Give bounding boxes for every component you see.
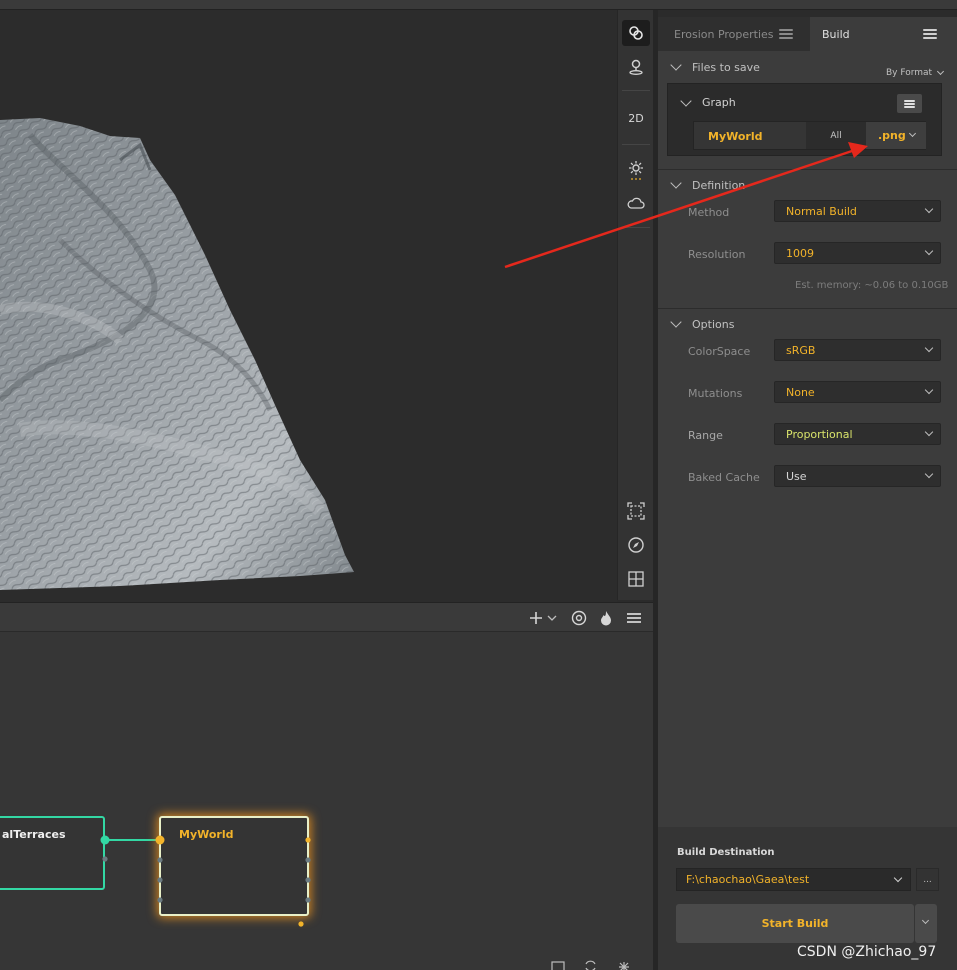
file-scope-button[interactable]: All [806,122,866,149]
sun-icon[interactable] [622,157,650,183]
chevron-down-icon [908,129,917,138]
plus-icon[interactable] [526,608,546,628]
file-row-name: MyWorld [708,130,763,143]
range-label: Range [688,429,723,442]
method-label: Method [688,206,730,219]
properties-panel: Erosion Properties Build Files to save B… [658,17,957,970]
colorspace-label: ColorSpace [688,345,751,358]
section-title: Options [692,317,735,331]
baked-cache-value: Use [786,469,807,483]
link-icon[interactable] [622,20,650,46]
browse-button[interactable]: ... [916,868,939,891]
graph-bottom-icons [551,960,629,970]
chevron-down-icon[interactable] [546,608,558,628]
method-value: Normal Build [786,204,857,218]
graph-files-menu-button[interactable] [897,94,922,113]
chevron-down-icon [924,427,934,437]
tab-label: Build [822,27,850,41]
compass-icon[interactable] [622,532,650,558]
method-select[interactable]: Normal Build [774,200,941,222]
menu-icon[interactable] [779,29,793,39]
flame-icon[interactable] [596,608,616,628]
memory-estimate: Est. memory: ~0.06 to 0.10GB [795,280,949,291]
cloud-icon[interactable] [622,190,650,216]
file-scope-label: All [830,130,842,141]
graph-files-box: Graph MyWorld All .png [667,83,942,156]
resolution-label: Resolution [688,248,746,261]
frame-icon[interactable] [622,498,650,524]
range-value: Proportional [786,427,853,441]
mode-2d-button[interactable]: 2D [622,105,650,131]
browse-label: ... [923,874,932,885]
colorspace-value: sRGB [786,343,816,357]
grid-icon[interactable] [622,566,650,592]
file-row: MyWorld All .png [693,121,926,150]
terrain-render [0,118,354,590]
chevron-down-icon [680,94,692,107]
at-icon[interactable] [569,608,589,628]
section-divider [658,308,957,309]
chevron-down-icon [924,385,934,395]
toolbar-divider [622,144,650,145]
resolution-value: 1009 [786,246,814,260]
section-options[interactable]: Options [658,313,957,335]
start-build-button[interactable]: Start Build [676,904,914,943]
section-title: Definition [692,178,746,192]
section-title: Files to save [692,60,760,74]
group-by-label: By Format [886,68,933,78]
graph-files-header[interactable]: Graph [680,94,736,109]
node-graph[interactable]: alTerraces MyWorld [0,632,653,970]
chevron-down-icon [924,204,934,214]
chevron-down-icon [924,246,934,256]
chevron-down-icon [670,316,682,328]
menu-icon [904,99,915,108]
watermark-text: CSDN @Zhichao_97 [797,944,937,960]
viewport-3d[interactable] [0,10,617,602]
chevron-down-icon [670,177,682,189]
viewport-toolbar: 2D [617,10,653,600]
graph-files-title: Graph [702,96,736,109]
node-ports [100,835,311,927]
chevron-down-icon [893,873,903,883]
baked-cache-select[interactable]: Use [774,465,941,487]
menu-icon[interactable] [923,29,937,39]
pin-icon[interactable] [622,54,650,80]
group-by-dropdown[interactable]: By Format [886,67,945,78]
top-bar [0,0,957,10]
menu-icon[interactable] [624,608,644,628]
build-destination-select[interactable]: F:\chaochao\Gaea\test [676,868,911,891]
build-destination-label: Build Destination [677,847,775,858]
chevron-down-icon [924,469,934,479]
chevron-down-icon [924,343,934,353]
mutations-select[interactable]: None [774,381,941,403]
toolbar-divider [622,90,650,91]
file-format-dropdown[interactable]: .png [866,122,926,149]
section-divider [658,169,957,170]
resolution-select[interactable]: 1009 [774,242,941,264]
graph-toolbar [0,602,653,632]
file-format-value: .png [878,129,906,142]
chevron-down-icon [937,67,945,76]
start-build-label: Start Build [761,917,829,930]
range-select[interactable]: Proportional [774,423,941,445]
tab-build[interactable]: Build [810,17,957,51]
section-definition[interactable]: Definition [658,174,957,196]
tab-erosion-properties[interactable]: Erosion Properties [658,17,810,51]
mutations-value: None [786,385,815,399]
chevron-down-icon [921,916,930,925]
build-destination-path: F:\chaochao\Gaea\test [686,873,810,886]
tab-label: Erosion Properties [674,27,774,41]
chevron-down-icon [670,59,682,71]
panel-tabs: Erosion Properties Build [658,17,957,51]
baked-cache-label: Baked Cache [688,471,760,484]
toolbar-divider [622,227,650,228]
mutations-label: Mutations [688,387,743,400]
start-build-options-button[interactable] [915,904,937,943]
colorspace-select[interactable]: sRGB [774,339,941,361]
